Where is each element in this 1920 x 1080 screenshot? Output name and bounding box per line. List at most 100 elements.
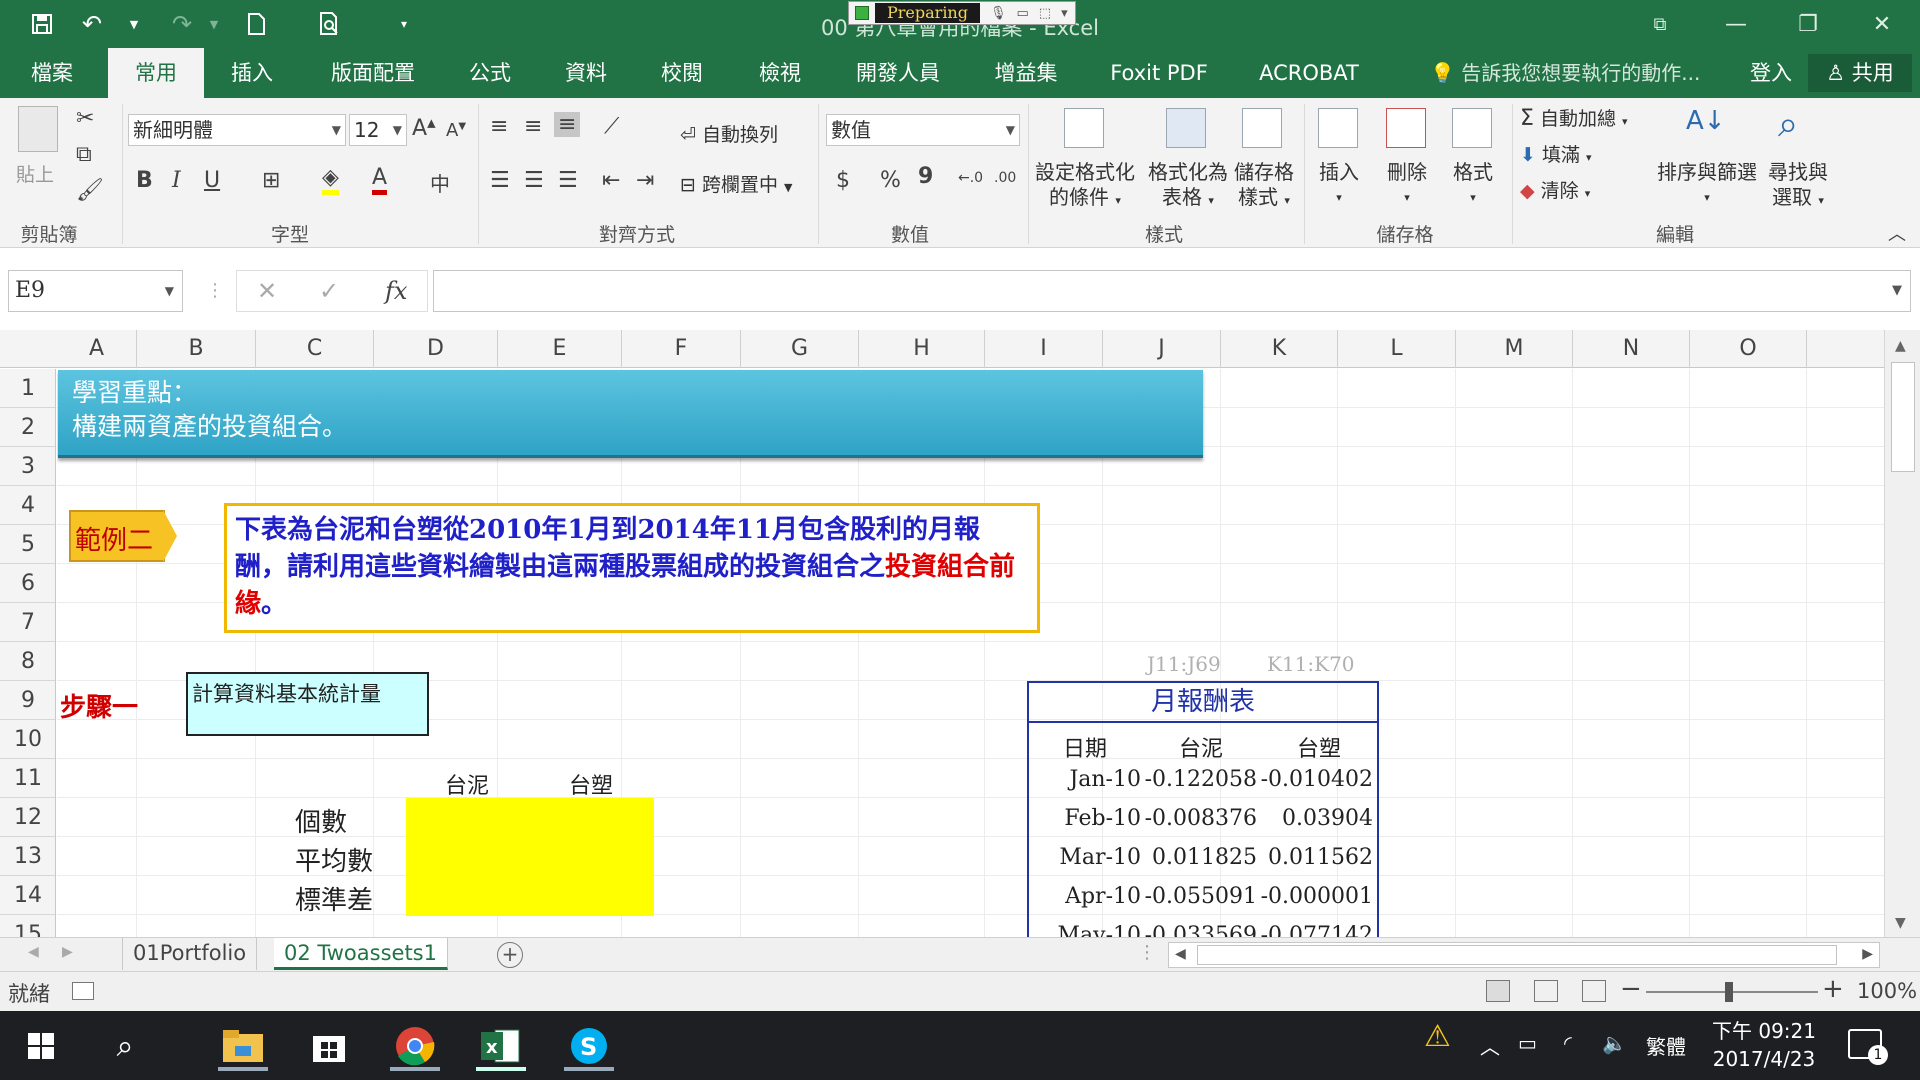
column-header[interactable]: J <box>1103 330 1221 368</box>
underline-button[interactable]: U <box>204 168 220 193</box>
tab-acrobat[interactable]: ACROBAT <box>1250 48 1368 98</box>
tell-me-search[interactable]: 💡 告訴我您想要執行的動作... <box>1430 48 1700 98</box>
normal-view-icon[interactable] <box>1486 980 1510 1002</box>
returns-cell-b[interactable]: 0.03904 <box>1257 806 1373 831</box>
tab-foxit-pdf[interactable]: Foxit PDF <box>1098 48 1220 98</box>
column-header[interactable]: I <box>985 330 1103 368</box>
align-center-icon[interactable]: ☰ <box>524 168 544 193</box>
tab-view[interactable]: 檢視 <box>742 48 818 98</box>
column-header[interactable]: M <box>1456 330 1573 368</box>
row-header[interactable]: 6 <box>0 564 55 603</box>
column-header[interactable]: B <box>137 330 256 368</box>
notification-icon[interactable]: 1 <box>1848 1029 1888 1065</box>
returns-cell-date[interactable]: Apr-10 <box>1029 884 1141 909</box>
column-header[interactable]: L <box>1338 330 1456 368</box>
vertical-scrollbar[interactable]: ▲ ▼ <box>1884 330 1920 937</box>
volume-icon[interactable]: 🔈 <box>1602 1031 1627 1055</box>
returns-cell-date[interactable]: Jan-10 <box>1029 767 1141 792</box>
insert-cells-button[interactable]: 插入 ▾ <box>1308 160 1370 210</box>
file-explorer-icon[interactable] <box>218 1021 268 1071</box>
recorder-menu-icon[interactable]: ▾ <box>1061 6 1068 21</box>
tab-data[interactable]: 資料 <box>548 48 624 98</box>
sheet-tab-twoassets[interactable]: 02 Twoassets1 <box>274 938 448 970</box>
column-header[interactable]: H <box>859 330 985 368</box>
zoom-level[interactable]: 100% <box>1857 979 1917 1003</box>
tab-split-grip[interactable]: ⋮ <box>1138 942 1156 963</box>
bold-button[interactable]: B <box>136 168 153 193</box>
scroll-right-icon[interactable]: ▶ <box>1862 946 1873 962</box>
column-header[interactable]: K <box>1221 330 1338 368</box>
decrease-indent-icon[interactable]: ⇤ <box>602 168 620 193</box>
font-name-select[interactable]: 新細明體 ▼ <box>128 114 346 146</box>
cut-icon[interactable]: ✂ <box>76 106 94 131</box>
show-hidden-icons-icon[interactable]: ︿ <box>1480 1031 1500 1060</box>
wrap-text-button[interactable]: ⏎ 自動換列 <box>680 120 778 147</box>
sheet-tab-portfolio[interactable]: 01Portfolio <box>122 938 258 970</box>
column-header[interactable]: C <box>256 330 374 368</box>
align-left-icon[interactable]: ☰ <box>490 168 510 193</box>
percent-button[interactable]: % <box>880 168 901 193</box>
autosum-button[interactable]: Σ 自動加總 ▾ <box>1520 104 1628 131</box>
align-right-icon[interactable]: ☰ <box>558 168 578 193</box>
restore-icon[interactable]: ❐ <box>1788 8 1828 40</box>
cell-styles-button[interactable]: 儲存格 樣式 ▾ <box>1232 160 1296 213</box>
row-header[interactable]: 5 <box>0 525 55 564</box>
increase-font-icon[interactable]: A▲ <box>412 116 436 141</box>
windows-start-icon[interactable] <box>16 1021 66 1071</box>
page-layout-view-icon[interactable] <box>1534 980 1558 1002</box>
clock[interactable]: 下午 09:21 2017/4/23 <box>1712 1017 1816 1073</box>
orientation-icon[interactable]: ⟋ <box>604 114 619 139</box>
tab-page-layout[interactable]: 版面配置 <box>318 48 428 98</box>
row-header[interactable]: 10 <box>0 720 55 759</box>
returns-cell-b[interactable]: 0.011562 <box>1257 845 1373 870</box>
returns-cell-b[interactable]: -0.000001 <box>1257 884 1373 909</box>
returns-cell-b[interactable]: -0.010402 <box>1257 767 1373 792</box>
tab-home[interactable]: 常用 <box>108 48 204 98</box>
italic-button[interactable]: I <box>172 168 181 193</box>
row-header[interactable]: 7 <box>0 603 55 642</box>
find-select-button[interactable]: 尋找與 選取 ▾ <box>1762 160 1834 213</box>
format-cells-button[interactable]: 格式 ▾ <box>1442 160 1504 210</box>
page-break-view-icon[interactable] <box>1582 980 1606 1002</box>
comma-button[interactable]: 9 <box>918 164 933 189</box>
column-header[interactable]: G <box>741 330 859 368</box>
sign-in-link[interactable]: 登入 <box>1750 48 1792 98</box>
column-header[interactable]: E <box>498 330 622 368</box>
stat-input-cells[interactable] <box>406 798 654 916</box>
horizontal-scroll-thumb[interactable] <box>1197 945 1837 965</box>
wifi-icon[interactable]: ◜ <box>1564 1031 1572 1055</box>
currency-button[interactable]: $ <box>836 168 850 193</box>
decrease-font-icon[interactable]: A▼ <box>446 120 466 141</box>
copy-icon[interactable]: ⧉ <box>76 142 92 167</box>
tab-insert[interactable]: 插入 <box>214 48 290 98</box>
fill-color-icon[interactable]: ◈ <box>322 166 339 195</box>
column-header[interactable]: F <box>622 330 741 368</box>
row-header[interactable]: 14 <box>0 876 55 915</box>
battery-icon[interactable]: ▭ <box>1518 1031 1537 1055</box>
merge-center-button[interactable]: ⊟ 跨欄置中 ▼ <box>680 170 793 197</box>
row-header[interactable]: 15 <box>0 915 55 937</box>
returns-cell-a[interactable]: -0.033569 <box>1141 923 1257 937</box>
store-icon[interactable] <box>304 1021 354 1071</box>
prev-sheet-icon[interactable]: ◀ <box>28 944 39 960</box>
returns-cell-date[interactable]: Mar-10 <box>1029 845 1141 870</box>
scroll-up-icon[interactable]: ▲ <box>1895 338 1906 354</box>
sort-filter-button[interactable]: 排序與篩選 ▾ <box>1652 160 1762 210</box>
add-sheet-icon[interactable]: + <box>497 942 523 968</box>
align-middle-icon[interactable]: ≡ <box>524 114 542 139</box>
mic-icon[interactable]: 🎙 <box>990 6 1007 21</box>
returns-cell-a[interactable]: -0.122058 <box>1141 767 1257 792</box>
returns-cell-a[interactable]: 0.011825 <box>1141 845 1257 870</box>
row-header[interactable]: 8 <box>0 642 55 681</box>
column-header[interactable]: O <box>1690 330 1807 368</box>
cancel-icon[interactable]: ✕ <box>257 277 277 305</box>
delete-cells-button[interactable]: 刪除 ▾ <box>1376 160 1438 210</box>
row-header[interactable]: 13 <box>0 837 55 876</box>
region-icon[interactable]: ⬚ <box>1039 6 1051 21</box>
returns-cell-b[interactable]: -0.077142 <box>1257 923 1373 937</box>
row-header[interactable]: 9 <box>0 681 55 720</box>
column-header[interactable]: N <box>1573 330 1690 368</box>
returns-cell-a[interactable]: -0.008376 <box>1141 806 1257 831</box>
row-header[interactable]: 1 <box>0 369 55 408</box>
insert-function-icon[interactable]: fx <box>385 277 407 305</box>
